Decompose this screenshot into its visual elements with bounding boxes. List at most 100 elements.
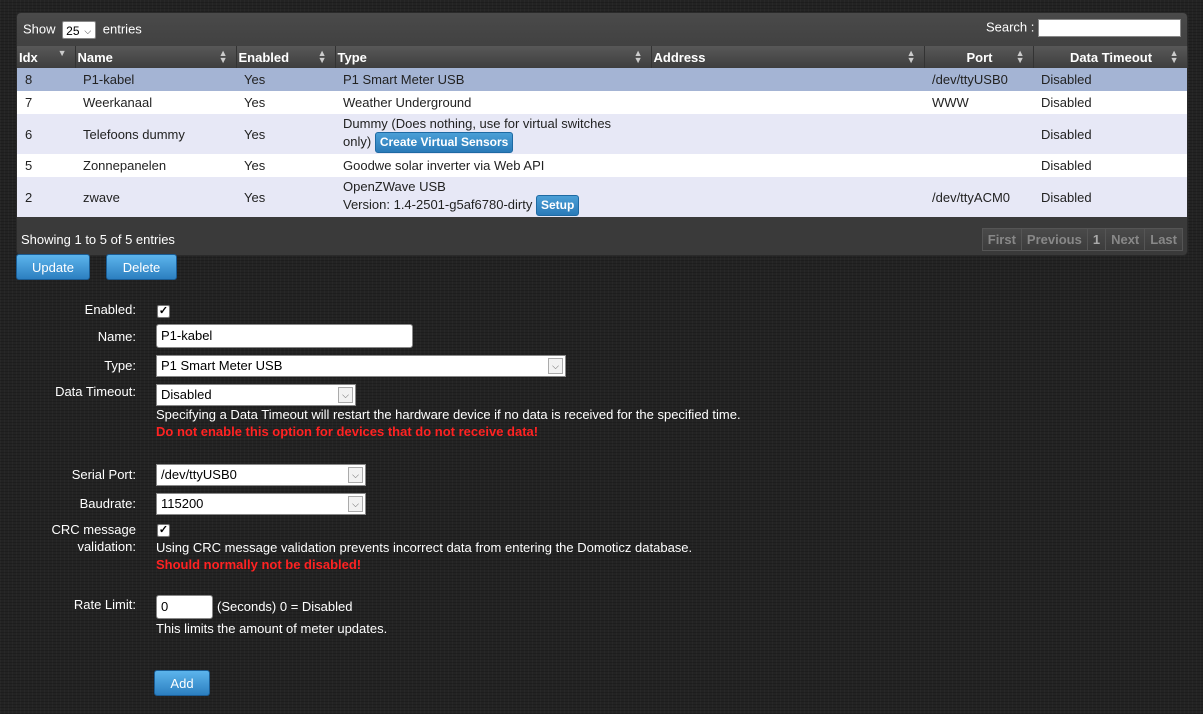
name-label: Name: <box>97 329 136 344</box>
baudrate-select[interactable]: 115200 ⌵ <box>156 493 366 515</box>
cell-enabled: Yes <box>236 177 335 217</box>
table-row[interactable]: 8 P1-kabel Yes P1 Smart Meter USB /dev/t… <box>17 68 1187 91</box>
cell-port <box>924 114 1033 154</box>
table-row[interactable]: 5 Zonnepanelen Yes Goodwe solar inverter… <box>17 154 1187 177</box>
column-header-port[interactable]: Port ▲ ▼ <box>924 46 1034 68</box>
enabled-checkbox[interactable]: ✓ <box>157 305 170 318</box>
type-select[interactable]: P1 Smart Meter USB ⌵ <box>156 355 566 377</box>
page-length-value: 25 <box>66 24 80 38</box>
chevron-down-icon: ⌵ <box>348 496 363 512</box>
delete-button[interactable]: Delete <box>106 254 177 280</box>
table-row[interactable]: 7 Weerkanaal Yes Weather Underground WWW… <box>17 91 1187 114</box>
cell-enabled: Yes <box>236 114 335 154</box>
pager-previous[interactable]: Previous <box>1020 228 1088 251</box>
table-row[interactable]: 2 zwave Yes OpenZWave USB Version: 1.4-2… <box>17 177 1187 217</box>
sort-icon: ▲ ▼ <box>317 48 327 65</box>
crc-checkbox[interactable]: ✓ <box>157 524 170 537</box>
pager-page-1[interactable]: 1 <box>1086 228 1107 251</box>
data-timeout-warning: Do not enable this option for devices th… <box>156 424 539 439</box>
cell-port: WWW <box>924 91 1033 114</box>
cell-type: Weather Underground <box>335 91 651 114</box>
crc-help: Using CRC message validation prevents in… <box>156 540 693 555</box>
cell-enabled: Yes <box>236 154 335 177</box>
pager-last[interactable]: Last <box>1144 228 1183 251</box>
cell-port: /dev/ttyUSB0 <box>924 68 1033 91</box>
sort-icon: ▲ ▼ <box>218 48 228 65</box>
cell-data-timeout: Disabled <box>1033 68 1187 91</box>
table-row[interactable]: 6 Telefoons dummy Yes Dummy (Does nothin… <box>17 114 1187 154</box>
column-header-enabled[interactable]: Enabled ▲ ▼ <box>236 46 336 68</box>
create-virtual-sensors-button[interactable]: Create Virtual Sensors <box>374 132 514 153</box>
entries-label: entries <box>102 21 142 37</box>
cell-enabled: Yes <box>236 68 335 91</box>
type-text: only) <box>343 134 372 149</box>
rate-limit-label: Rate Limit: <box>73 597 136 612</box>
column-header-name[interactable]: Name ▲ ▼ <box>75 46 237 68</box>
cell-idx: 8 <box>17 68 75 91</box>
add-button[interactable]: Add <box>154 670 210 696</box>
name-input[interactable]: P1-kabel <box>156 324 413 348</box>
column-header-data-timeout[interactable]: Data Timeout ▲ ▼ <box>1033 46 1188 68</box>
table-info: Showing 1 to 5 of 5 entries <box>21 232 175 247</box>
pager-first[interactable]: First <box>981 228 1022 251</box>
pager-next[interactable]: Next <box>1105 228 1146 251</box>
page-length-control: Show 25 ⌵ entries <box>23 21 142 39</box>
data-timeout-label: Data Timeout: <box>55 384 136 399</box>
cell-enabled: Yes <box>236 91 335 114</box>
table-toolbar: Show 25 ⌵ entries Search : <box>17 13 1187 46</box>
cell-address <box>651 154 924 177</box>
baudrate-label: Baudrate: <box>79 496 136 511</box>
serial-port-select[interactable]: /dev/ttyUSB0 ⌵ <box>156 464 366 486</box>
cell-name: P1-kabel <box>75 68 236 91</box>
search-label: Search : <box>985 19 1035 35</box>
cell-address <box>651 91 924 114</box>
hardware-table-panel: Show 25 ⌵ entries Search : Idx ▼ Name ▲ ▼ E… <box>16 12 1188 256</box>
sort-icon: ▲ ▼ <box>1015 48 1025 65</box>
cell-address <box>651 177 924 217</box>
column-header-type[interactable]: Type ▲ ▼ <box>335 46 652 68</box>
sort-desc-icon: ▼ <box>57 48 67 58</box>
hardware-table: Idx ▼ Name ▲ ▼ Enabled ▲ ▼ Type ▲ ▼ Address ▲ ▼ P… <box>17 46 1188 217</box>
cell-data-timeout: Disabled <box>1033 154 1187 177</box>
cell-name: Zonnepanelen <box>75 154 236 177</box>
setup-button[interactable]: Setup <box>535 195 580 216</box>
crc-label-line: validation: <box>77 539 136 554</box>
type-select-value: P1 Smart Meter USB <box>161 358 283 373</box>
page-length-select[interactable]: 25 ⌵ <box>62 21 97 39</box>
rate-limit-unit: (Seconds) 0 = Disabled <box>217 599 353 614</box>
cell-data-timeout: Disabled <box>1033 177 1187 217</box>
update-button[interactable]: Update <box>16 254 90 280</box>
chevron-down-icon: ⌵ <box>338 387 353 403</box>
serial-port-value: /dev/ttyUSB0 <box>161 467 237 482</box>
cell-name: zwave <box>75 177 236 217</box>
data-timeout-select[interactable]: Disabled ⌵ <box>156 384 356 406</box>
table-header-row: Idx ▼ Name ▲ ▼ Enabled ▲ ▼ Type ▲ ▼ Address ▲ ▼ P… <box>17 46 1188 68</box>
crc-label-line: CRC message <box>51 522 136 537</box>
data-timeout-help: Specifying a Data Timeout will restart t… <box>156 407 741 422</box>
cell-idx: 2 <box>17 177 75 217</box>
column-header-idx[interactable]: Idx ▼ <box>17 46 76 68</box>
baudrate-value: 115200 <box>161 496 204 511</box>
chevron-down-icon: ⌵ <box>348 467 363 483</box>
pagination: First Previous 1 Next Last <box>981 228 1183 251</box>
cell-data-timeout: Disabled <box>1033 114 1187 154</box>
chevron-down-icon: ⌵ <box>548 358 563 374</box>
rate-limit-input[interactable]: 0 <box>156 595 213 619</box>
cell-idx: 6 <box>17 114 75 154</box>
search-input[interactable] <box>1038 19 1181 37</box>
table-footer: Showing 1 to 5 of 5 entries First Previo… <box>17 222 1187 255</box>
cell-type: Goodwe solar inverter via Web API <box>335 154 651 177</box>
sort-icon: ▲ ▼ <box>633 48 643 65</box>
enabled-label: Enabled: <box>84 302 136 317</box>
cell-idx: 7 <box>17 91 75 114</box>
cell-type: Dummy (Does nothing, use for virtual swi… <box>335 114 651 154</box>
cell-address <box>651 114 924 154</box>
type-text: Version: 1.4-2501-g5af6780-dirty <box>343 197 533 212</box>
cell-type: P1 Smart Meter USB <box>335 68 651 91</box>
column-header-address[interactable]: Address ▲ ▼ <box>651 46 925 68</box>
serial-port-label: Serial Port: <box>71 467 136 482</box>
type-label: Type: <box>104 358 136 373</box>
sort-icon: ▲ ▼ <box>1169 48 1179 65</box>
type-text: OpenZWave USB <box>343 179 446 194</box>
cell-name: Weerkanaal <box>75 91 236 114</box>
